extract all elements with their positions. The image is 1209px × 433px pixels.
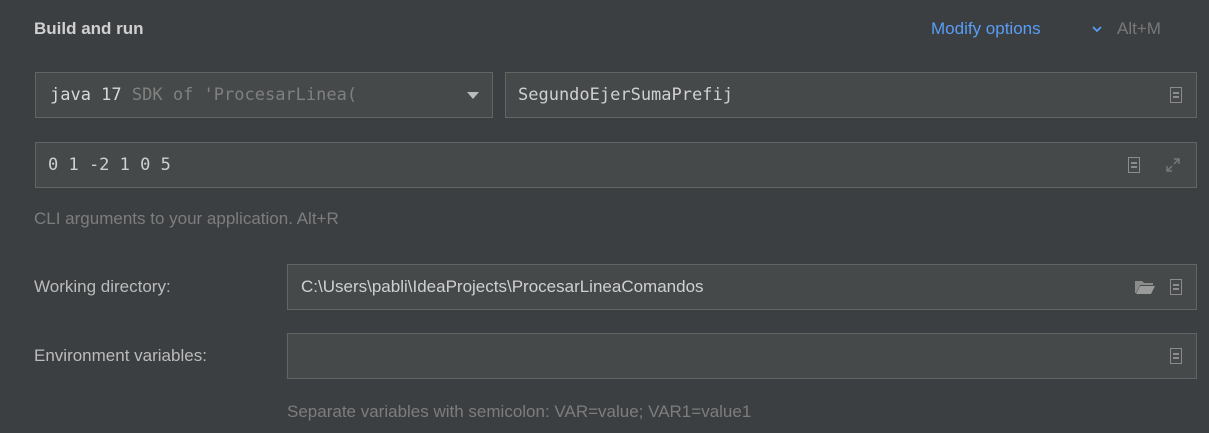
- environment-variables-field[interactable]: [287, 333, 1197, 379]
- working-directory-value: C:\Users\pabli\IdeaProjects\ProcesarLine…: [301, 277, 704, 296]
- expand-icon[interactable]: [1164, 156, 1182, 174]
- modify-options-shortcut: Alt+M: [1117, 19, 1161, 38]
- environment-variables-label: Environment variables:: [34, 346, 207, 365]
- jdk-description: SDK of 'ProcesarLinea(: [131, 85, 358, 105]
- document-icon[interactable]: [1128, 157, 1140, 173]
- folder-icon[interactable]: [1134, 279, 1156, 295]
- document-icon[interactable]: [1170, 87, 1182, 103]
- main-class-field[interactable]: SegundoEjerSumaPrefij: [505, 72, 1197, 118]
- jdk-select[interactable]: java 17 SDK of 'ProcesarLinea(: [35, 72, 493, 118]
- chevron-down-icon[interactable]: [1090, 22, 1104, 36]
- environment-variables-hint: Separate variables with semicolon: VAR=v…: [287, 402, 752, 421]
- dropdown-arrow-icon[interactable]: [466, 91, 480, 101]
- jdk-name: java 17: [50, 85, 122, 105]
- main-class-value: SegundoEjerSumaPrefij: [518, 85, 733, 105]
- working-directory-field[interactable]: C:\Users\pabli\IdeaProjects\ProcesarLine…: [287, 264, 1197, 310]
- section-title: Build and run: [34, 19, 144, 38]
- program-arguments-field[interactable]: 0 1 -2 1 0 5: [35, 142, 1197, 188]
- program-arguments-value: 0 1 -2 1 0 5: [48, 155, 171, 175]
- document-icon[interactable]: [1170, 348, 1182, 364]
- document-icon[interactable]: [1170, 279, 1182, 295]
- working-directory-label: Working directory:: [34, 277, 171, 296]
- program-arguments-hint: CLI arguments to your application. Alt+R: [34, 209, 339, 228]
- modify-options-link[interactable]: Modify options: [931, 19, 1041, 39]
